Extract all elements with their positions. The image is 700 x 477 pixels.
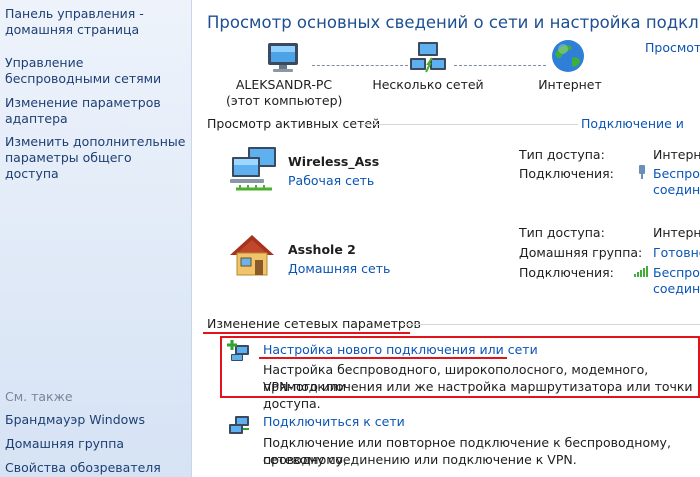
map-connector-line: [312, 65, 408, 66]
network-2-access-value: Интерне: [653, 225, 700, 240]
network-1-name: Wireless_Ass: [288, 154, 380, 169]
sidebar-item-adapter-settings[interactable]: Изменение параметров адаптера: [5, 95, 189, 127]
network-1-connection-link[interactable]: Беспров: [653, 166, 700, 181]
task-red-underline: [259, 357, 507, 359]
network-2-connections-label: Подключения:: [519, 265, 614, 280]
multiple-networks-icon[interactable]: [408, 40, 448, 76]
map-computer-name: ALEKSANDR-PC: [235, 77, 333, 92]
connect-to-network-link[interactable]: Подключиться к сети: [263, 414, 405, 429]
network-1-access-label: Тип доступа:: [519, 147, 605, 162]
network-2-homegroup-label: Домашняя группа:: [519, 245, 643, 260]
section-divider-2: [404, 324, 700, 325]
map-computer-sub: (этот компьютер): [226, 93, 343, 108]
network-1-type-link[interactable]: Рабочая сеть: [288, 173, 374, 188]
main-content: Просмотр основных сведений о сети и наст…: [192, 0, 700, 477]
wireless-signal-icon: [634, 266, 648, 277]
section-divider: [362, 124, 578, 125]
work-network-icon: [230, 147, 276, 191]
sidebar: Панель управления - домашняя страница Уп…: [0, 0, 192, 477]
computer-icon[interactable]: [262, 40, 304, 76]
network-1-connections-label: Подключения:: [519, 166, 614, 181]
network-2-access-label: Тип доступа:: [519, 225, 605, 240]
connect-disconnect-link[interactable]: Подключение и: [581, 116, 684, 131]
connect-to-network-desc-2: сетевому соединению или подключение к VP…: [263, 452, 577, 467]
adapter-icon: [639, 165, 645, 179]
network-2-type-link[interactable]: Домашняя сеть: [288, 261, 390, 276]
page-title: Просмотр основных сведений о сети и наст…: [207, 13, 700, 32]
sidebar-link-internet-options[interactable]: Свойства обозревателя: [5, 460, 189, 476]
network-2-name: Asshole 2: [288, 242, 356, 257]
network-1-access-value: Интерне: [653, 147, 700, 162]
map-connector-line-2: [454, 65, 546, 66]
change-settings-heading: Изменение сетевых параметров: [207, 316, 421, 331]
sidebar-item-manage-wireless[interactable]: Управление беспроводными сетями: [5, 55, 189, 87]
new-connection-icon[interactable]: [227, 340, 251, 362]
active-networks-heading: Просмотр активных сетей: [207, 116, 381, 131]
setup-new-connection-link[interactable]: Настройка нового подключения или сети: [263, 342, 538, 357]
heading-red-underline: [203, 332, 410, 334]
map-multiple-networks: Несколько сетей: [372, 77, 484, 92]
see-also-label: См. также: [5, 389, 73, 404]
network-2-homegroup-link[interactable]: Готовно: [653, 245, 700, 260]
sidebar-item-sharing-settings[interactable]: Изменить дополнительные параметры общего…: [5, 134, 189, 182]
network-2-connection-link-2[interactable]: соедине: [653, 281, 700, 296]
setup-new-connection-desc-2: VPN-подключения или же настройка маршрут…: [263, 379, 693, 411]
sidebar-link-homegroup[interactable]: Домашняя группа: [5, 436, 189, 452]
internet-globe-icon[interactable]: [550, 38, 586, 74]
view-full-map-link[interactable]: Просмотр: [645, 40, 700, 55]
sidebar-link-firewall[interactable]: Брандмауэр Windows: [5, 412, 189, 428]
map-internet: Интернет: [538, 77, 602, 92]
connect-to-network-icon[interactable]: [227, 413, 251, 435]
network-2-connection-link[interactable]: Беспров: [653, 265, 700, 280]
home-network-icon: [230, 235, 274, 276]
sidebar-home-link[interactable]: Панель управления - домашняя страница: [5, 6, 189, 38]
network-1-connection-link-2[interactable]: соедине: [653, 182, 700, 197]
